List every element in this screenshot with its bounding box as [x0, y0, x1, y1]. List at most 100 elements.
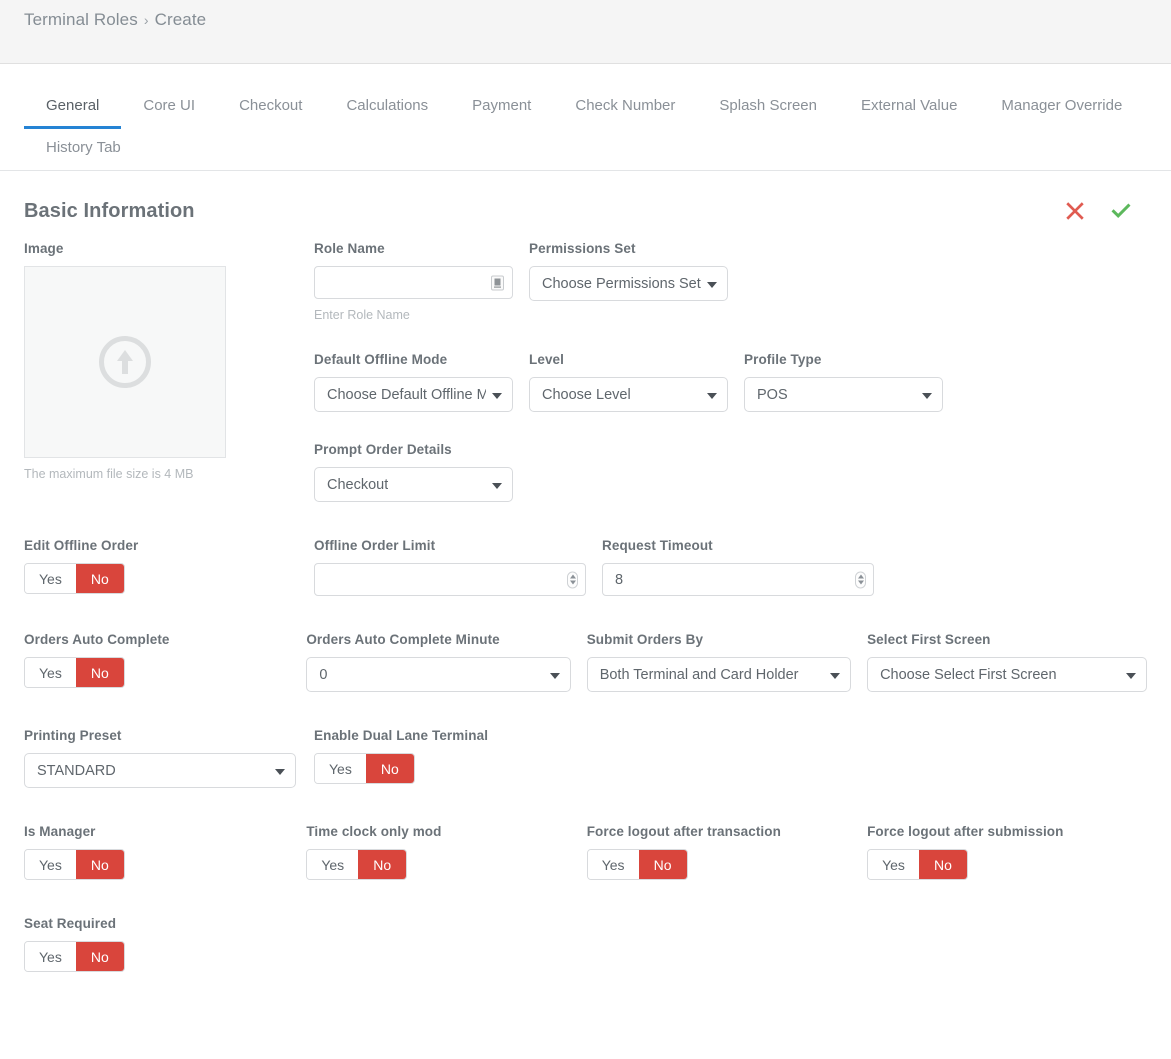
chevron-down-icon — [492, 483, 502, 489]
tab-history-tab[interactable]: History Tab — [24, 128, 143, 171]
form-row-role: Role Name Enter Role Name — [314, 241, 1147, 322]
chevron-down-icon — [275, 769, 285, 775]
breadcrumb: Terminal Roles › Create — [24, 10, 206, 30]
submit-orders-by-select[interactable]: Both Terminal and Card Holder — [587, 657, 851, 692]
tab-manager-override[interactable]: Manager Override — [979, 86, 1144, 129]
chevron-down-icon — [707, 282, 717, 288]
tab-calculations[interactable]: Calculations — [324, 86, 450, 129]
chevron-down-icon — [707, 393, 717, 399]
breadcrumb-separator-icon: › — [144, 12, 149, 28]
enable-dual-lane-terminal-toggle[interactable]: Yes No — [314, 753, 415, 784]
orders-auto-complete-no[interactable]: No — [76, 658, 124, 687]
edit-offline-order-label: Edit Offline Order — [24, 538, 298, 553]
field-role-name: Role Name Enter Role Name — [314, 241, 529, 322]
field-default-offline-mode: Default Offline Mode Choose Default Offl… — [314, 352, 529, 412]
field-enable-dual-lane-terminal: Enable Dual Lane Terminal Yes No — [314, 728, 602, 784]
is-manager-no[interactable]: No — [76, 850, 124, 879]
role-name-hint: Enter Role Name — [314, 308, 513, 322]
request-timeout-stepper[interactable] — [855, 571, 866, 588]
orders-auto-complete-toggle[interactable]: Yes No — [24, 657, 125, 688]
tab-payment[interactable]: Payment — [450, 86, 553, 129]
field-time-clock-only-mod: Time clock only mod Yes No — [306, 824, 586, 880]
image-size-hint: The maximum file size is 4 MB — [24, 467, 298, 481]
field-printing-preset: Printing Preset STANDARD — [24, 728, 314, 788]
profile-type-value: POS — [757, 387, 788, 403]
select-first-screen-select[interactable]: Choose Select First Screen — [867, 657, 1147, 692]
force-logout-after-transaction-yes[interactable]: Yes — [588, 850, 639, 879]
printing-preset-select[interactable]: STANDARD — [24, 753, 296, 788]
seat-required-yes[interactable]: Yes — [25, 942, 76, 971]
tab-checkout[interactable]: Checkout — [217, 86, 324, 129]
seat-required-no[interactable]: No — [76, 942, 124, 971]
submit-orders-by-value: Both Terminal and Card Holder — [600, 667, 799, 683]
force-logout-after-submission-no[interactable]: No — [919, 850, 967, 879]
field-edit-offline-order: Edit Offline Order Yes No — [24, 538, 314, 594]
role-name-input[interactable] — [325, 267, 502, 298]
image-upload-column: Image The maximum file size is 4 MB — [24, 241, 314, 481]
force-logout-after-submission-yes[interactable]: Yes — [868, 850, 919, 879]
force-logout-after-submission-toggle[interactable]: Yes No — [867, 849, 968, 880]
orders-auto-complete-yes[interactable]: Yes — [25, 658, 76, 687]
level-select[interactable]: Choose Level — [529, 377, 728, 412]
request-timeout-label: Request Timeout — [602, 538, 874, 553]
printing-preset-value: STANDARD — [37, 763, 116, 779]
top-bar: Terminal Roles › Create — [0, 0, 1171, 64]
prompt-order-details-value: Checkout — [327, 477, 388, 493]
section-header: Basic Information — [0, 171, 1171, 223]
level-value: Choose Level — [542, 387, 631, 403]
tab-general[interactable]: General — [24, 86, 121, 129]
offline-order-limit-input-wrapper[interactable] — [314, 563, 586, 596]
chevron-down-icon — [830, 673, 840, 679]
time-clock-only-mod-yes[interactable]: Yes — [307, 850, 358, 879]
submit-orders-by-label: Submit Orders By — [587, 632, 851, 647]
profile-type-select[interactable]: POS — [744, 377, 943, 412]
tab-external-value[interactable]: External Value — [839, 86, 979, 129]
is-manager-yes[interactable]: Yes — [25, 850, 76, 879]
force-logout-after-transaction-no[interactable]: No — [639, 850, 687, 879]
breadcrumb-root[interactable]: Terminal Roles — [24, 10, 138, 30]
is-manager-toggle[interactable]: Yes No — [24, 849, 125, 880]
form-row-prompt: Prompt Order Details Checkout — [314, 442, 1147, 502]
chevron-down-icon — [922, 393, 932, 399]
permissions-set-value: Choose Permissions Set — [542, 276, 701, 292]
default-offline-mode-label: Default Offline Mode — [314, 352, 513, 367]
save-check-icon[interactable] — [1109, 199, 1133, 223]
seat-required-label: Seat Required — [24, 916, 298, 931]
seat-required-toggle[interactable]: Yes No — [24, 941, 125, 972]
image-upload-dropzone[interactable] — [24, 266, 226, 458]
request-timeout-input[interactable] — [613, 564, 847, 595]
field-force-logout-after-submission: Force logout after submission Yes No — [867, 824, 1147, 880]
orders-auto-complete-minute-label: Orders Auto Complete Minute — [306, 632, 570, 647]
role-name-input-wrapper[interactable] — [314, 266, 513, 299]
top-fields-column: Role Name Enter Role Name — [314, 241, 1147, 502]
permissions-set-select[interactable]: Choose Permissions Set — [529, 266, 728, 301]
time-clock-only-mod-no[interactable]: No — [358, 850, 406, 879]
offline-order-limit-input[interactable] — [325, 564, 559, 595]
force-logout-after-transaction-label: Force logout after transaction — [587, 824, 851, 839]
field-select-first-screen: Select First Screen Choose Select First … — [867, 632, 1147, 692]
edit-offline-order-yes[interactable]: Yes — [25, 564, 76, 593]
edit-offline-order-toggle[interactable]: Yes No — [24, 563, 125, 594]
field-offline-order-limit: Offline Order Limit — [314, 538, 602, 596]
offline-order-limit-stepper[interactable] — [567, 571, 578, 588]
field-submit-orders-by: Submit Orders By Both Terminal and Card … — [587, 632, 867, 692]
orders-auto-complete-minute-select[interactable]: 0 — [306, 657, 570, 692]
profile-type-label: Profile Type — [744, 352, 943, 367]
select-first-screen-value: Choose Select First Screen — [880, 667, 1057, 683]
tab-check-number[interactable]: Check Number — [553, 86, 697, 129]
orders-auto-complete-label: Orders Auto Complete — [24, 632, 290, 647]
enable-dual-lane-terminal-no[interactable]: No — [366, 754, 414, 783]
enable-dual-lane-terminal-yes[interactable]: Yes — [315, 754, 366, 783]
request-timeout-input-wrapper[interactable] — [602, 563, 874, 596]
tab-core-ui[interactable]: Core UI — [121, 86, 217, 129]
force-logout-after-transaction-toggle[interactable]: Yes No — [587, 849, 688, 880]
time-clock-only-mod-toggle[interactable]: Yes No — [306, 849, 407, 880]
page-title: Basic Information — [24, 200, 195, 223]
tab-splash-screen[interactable]: Splash Screen — [697, 86, 839, 129]
form-row-top: Image The maximum file size is 4 MB Role… — [24, 241, 1147, 502]
cancel-icon[interactable] — [1063, 199, 1087, 223]
field-orders-auto-complete: Orders Auto Complete Yes No — [24, 632, 306, 688]
prompt-order-details-select[interactable]: Checkout — [314, 467, 513, 502]
edit-offline-order-no[interactable]: No — [76, 564, 124, 593]
default-offline-mode-select[interactable]: Choose Default Offline Mode — [314, 377, 513, 412]
